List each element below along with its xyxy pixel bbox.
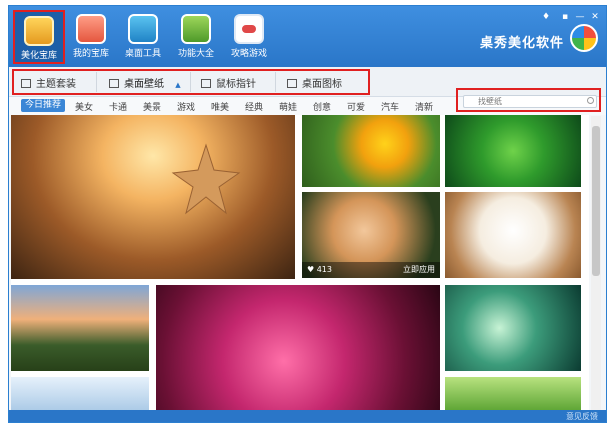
theme-icon	[21, 79, 31, 88]
cursor-icon	[201, 79, 211, 88]
nav-games[interactable]: 攻略游戏	[223, 10, 275, 64]
tab-label: 桌面壁纸	[124, 79, 164, 90]
chevron-up-icon: ▲	[175, 81, 181, 89]
like-count[interactable]: ♥ 413	[307, 262, 332, 278]
skin-icon[interactable]: ♦	[539, 11, 553, 23]
nav-label: 攻略游戏	[230, 49, 267, 59]
close-button[interactable]: ✕	[588, 11, 602, 23]
wallpaper-grid: ♥ 413 立即应用	[11, 115, 589, 412]
category-item[interactable]: 唯美	[211, 100, 229, 113]
search-input[interactable]	[463, 95, 597, 108]
tab-desktop-icons[interactable]: 桌面图标	[287, 75, 342, 91]
wallpaper-icon	[109, 79, 119, 88]
scroll-thumb[interactable]	[592, 126, 600, 276]
divider	[96, 72, 97, 92]
tab-desktop-wallpaper[interactable]: 桌面壁纸 ▲	[109, 75, 181, 91]
wallpaper-tile-leaves[interactable]	[445, 115, 581, 187]
treasure-box-icon	[24, 16, 54, 46]
starfish-image	[171, 143, 241, 215]
tab-mouse-cursor[interactable]: 鼠标指针	[201, 75, 256, 91]
status-bar: 意见反馈	[9, 410, 606, 422]
feedback-link[interactable]: 意见反馈	[566, 411, 598, 422]
toolbox-icon	[181, 14, 211, 44]
nav-features[interactable]: 功能大全	[170, 10, 222, 64]
top-header: 美化宝库 我的宝库 桌面工具 功能大全 攻略游戏 ♦ ▪ — ✕ 桌秀美化软件	[9, 6, 606, 67]
nav-label: 功能大全	[177, 49, 214, 59]
apply-now-button[interactable]: 立即应用	[403, 262, 435, 278]
nav-my-library[interactable]: 我的宝库	[65, 10, 117, 64]
monitor-icon	[287, 79, 297, 88]
my-library-icon	[76, 14, 106, 44]
wallpaper-tile-kitten[interactable]: ♥ 413 立即应用	[302, 192, 440, 278]
wallpaper-tile-dandelion[interactable]	[445, 285, 581, 371]
nav-label: 桌面工具	[124, 49, 161, 59]
tile-overlay: ♥ 413 立即应用	[302, 262, 440, 278]
category-item[interactable]: 美女	[75, 100, 93, 113]
brand-title: 桌秀美化软件	[479, 36, 564, 51]
wallpaper-tile-flowers[interactable]	[302, 115, 440, 187]
minimize-button[interactable]: —	[573, 11, 587, 23]
category-item[interactable]: 卡通	[109, 100, 127, 113]
gamepad-icon	[234, 14, 264, 44]
nav-beautify-library[interactable]: 美化宝库	[13, 10, 65, 64]
category-item[interactable]: 清新	[415, 100, 433, 113]
wallpaper-tile-puppy[interactable]	[445, 192, 581, 278]
divider	[275, 72, 276, 92]
divider	[190, 72, 191, 92]
tab-theme-sets[interactable]: 主题套装	[21, 75, 76, 91]
nav-label: 我的宝库	[72, 49, 109, 59]
desktop-tools-icon	[128, 14, 158, 44]
category-item[interactable]: 经典	[245, 100, 263, 113]
category-item[interactable]: 汽车	[381, 100, 399, 113]
wallpaper-tile-deer[interactable]	[11, 285, 149, 371]
category-item[interactable]: 游戏	[177, 100, 195, 113]
app-window: 美化宝库 我的宝库 桌面工具 功能大全 攻略游戏 ♦ ▪ — ✕ 桌秀美化软件 …	[8, 5, 607, 423]
category-item[interactable]: 萌娃	[279, 100, 297, 113]
wallpaper-tile-field[interactable]	[445, 377, 581, 412]
nav-desktop-tools[interactable]: 桌面工具	[117, 10, 169, 64]
wallpaper-tile-penguins[interactable]	[11, 377, 149, 412]
search-icon[interactable]	[587, 97, 594, 104]
brand-logo-icon	[570, 24, 598, 52]
wallpaper-tile-pink-flower[interactable]	[156, 285, 440, 412]
nav-label: 美化宝库	[20, 51, 57, 61]
like-value: 413	[316, 265, 332, 274]
tab-label: 桌面图标	[302, 79, 342, 90]
category-item[interactable]: 创意	[313, 100, 331, 113]
wallpaper-tile-starfish[interactable]	[11, 115, 295, 279]
category-item[interactable]: 美景	[143, 100, 161, 113]
tab-label: 鼠标指针	[216, 79, 256, 90]
category-today[interactable]: 今日推荐	[21, 99, 66, 112]
category-item[interactable]: 可爱	[347, 100, 365, 113]
tab-label: 主题套装	[36, 79, 76, 90]
vertical-scrollbar[interactable]	[591, 116, 601, 411]
menu-icon[interactable]: ▪	[558, 11, 572, 23]
